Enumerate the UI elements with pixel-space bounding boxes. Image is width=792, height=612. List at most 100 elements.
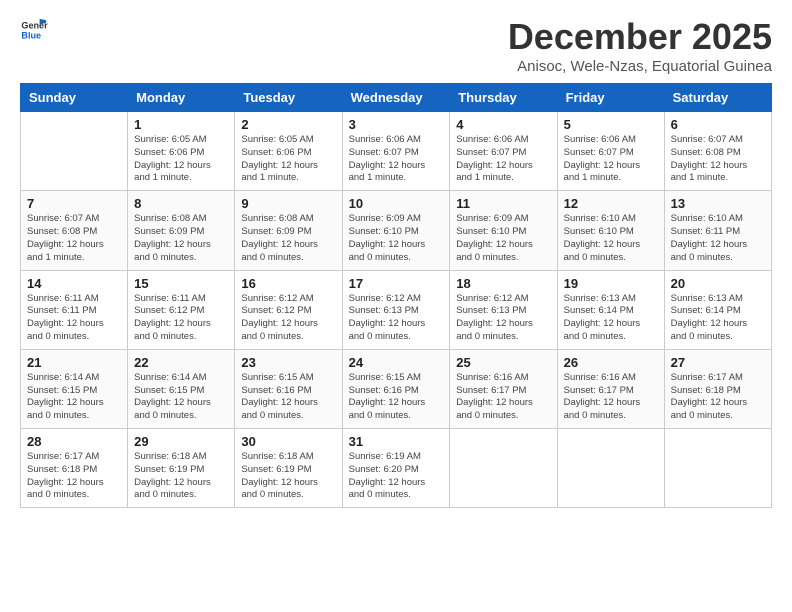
weekday-header-row: SundayMondayTuesdayWednesdayThursdayFrid… xyxy=(21,84,772,112)
calendar-cell: 31 Sunrise: 6:19 AMSunset: 6:20 PMDayligh… xyxy=(342,429,450,508)
calendar-cell xyxy=(21,112,128,191)
calendar-cell: 17 Sunrise: 6:12 AMSunset: 6:13 PMDayligh… xyxy=(342,270,450,349)
page-header: General Blue December 2025 Anisoc, Wele-… xyxy=(20,16,772,75)
calendar-cell: 8 Sunrise: 6:08 AMSunset: 6:09 PMDaylight… xyxy=(128,191,235,270)
calendar-cell: 6 Sunrise: 6:07 AMSunset: 6:08 PMDaylight… xyxy=(664,112,771,191)
calendar-cell: 26 Sunrise: 6:16 AMSunset: 6:17 PMDayligh… xyxy=(557,349,664,428)
weekday-header: Thursday xyxy=(450,84,557,112)
day-number: 13 xyxy=(671,196,765,211)
day-info: Sunrise: 6:07 AMSunset: 6:08 PMDaylight:… xyxy=(671,134,765,185)
svg-text:Blue: Blue xyxy=(21,30,41,40)
weekday-header: Monday xyxy=(128,84,235,112)
calendar-cell: 29Sunrise: 6:18 AMSunset: 6:19 PMDayligh… xyxy=(128,429,235,508)
day-number: 23 xyxy=(241,355,335,370)
day-info: Sunrise: 6:11 AMSunset: 6:11 PMDaylight:… xyxy=(27,293,121,344)
calendar-cell: 24 Sunrise: 6:15 AMSunset: 6:16 PMDayligh… xyxy=(342,349,450,428)
day-info: Sunrise: 6:15 AMSunset: 6:16 PMDaylight:… xyxy=(241,372,335,423)
calendar-cell: 7 Sunrise: 6:07 AMSunset: 6:08 PMDaylight… xyxy=(21,191,128,270)
day-number: 25 xyxy=(456,355,550,370)
day-number: 30 xyxy=(241,434,335,449)
day-info: Sunrise: 6:14 AMSunset: 6:15 PMDaylight:… xyxy=(134,372,228,423)
day-number: 18 xyxy=(456,276,550,291)
day-info: Sunrise: 6:06 AMSunset: 6:07 PMDaylight:… xyxy=(456,134,550,185)
day-number: 28 xyxy=(27,434,121,449)
calendar-week-row: 1 Sunrise: 6:05 AMSunset: 6:06 PMDaylight… xyxy=(21,112,772,191)
weekday-header: Sunday xyxy=(21,84,128,112)
day-info: Sunrise: 6:16 AMSunset: 6:17 PMDaylight:… xyxy=(456,372,550,423)
day-number: 14 xyxy=(27,276,121,291)
calendar-cell: 1 Sunrise: 6:05 AMSunset: 6:06 PMDaylight… xyxy=(128,112,235,191)
day-info: Sunrise: 6:11 AMSunset: 6:12 PMDaylight:… xyxy=(134,293,228,344)
calendar-week-row: 21 Sunrise: 6:14 AMSunset: 6:15 PMDayligh… xyxy=(21,349,772,428)
day-number: 7 xyxy=(27,196,121,211)
calendar-cell xyxy=(450,429,557,508)
calendar-cell: 10 Sunrise: 6:09 AMSunset: 6:10 PMDayligh… xyxy=(342,191,450,270)
day-info: Sunrise: 6:05 AMSunset: 6:06 PMDaylight:… xyxy=(134,134,228,185)
day-number: 16 xyxy=(241,276,335,291)
day-info: Sunrise: 6:09 AMSunset: 6:10 PMDaylight:… xyxy=(349,213,444,264)
day-info: Sunrise: 6:12 AMSunset: 6:13 PMDaylight:… xyxy=(349,293,444,344)
day-info: Sunrise: 6:17 AMSunset: 6:18 PMDaylight:… xyxy=(671,372,765,423)
day-info: Sunrise: 6:19 AMSunset: 6:20 PMDaylight:… xyxy=(349,451,444,502)
day-number: 2 xyxy=(241,117,335,132)
day-number: 20 xyxy=(671,276,765,291)
calendar-week-row: 7 Sunrise: 6:07 AMSunset: 6:08 PMDaylight… xyxy=(21,191,772,270)
weekday-header: Saturday xyxy=(664,84,771,112)
day-info: Sunrise: 6:10 AMSunset: 6:11 PMDaylight:… xyxy=(671,213,765,264)
day-number: 19 xyxy=(564,276,658,291)
day-info: Sunrise: 6:07 AMSunset: 6:08 PMDaylight:… xyxy=(27,213,121,264)
day-number: 27 xyxy=(671,355,765,370)
day-info: Sunrise: 6:08 AMSunset: 6:09 PMDaylight:… xyxy=(241,213,335,264)
calendar-cell: 15 Sunrise: 6:11 AMSunset: 6:12 PMDayligh… xyxy=(128,270,235,349)
day-info: Sunrise: 6:08 AMSunset: 6:09 PMDaylight:… xyxy=(134,213,228,264)
calendar-cell: 5 Sunrise: 6:06 AMSunset: 6:07 PMDaylight… xyxy=(557,112,664,191)
calendar-week-row: 28 Sunrise: 6:17 AMSunset: 6:18 PMDayligh… xyxy=(21,429,772,508)
day-number: 10 xyxy=(349,196,444,211)
calendar-cell: 4Sunrise: 6:06 AMSunset: 6:07 PMDaylight… xyxy=(450,112,557,191)
day-number: 17 xyxy=(349,276,444,291)
day-number: 29 xyxy=(134,434,228,449)
day-number: 11 xyxy=(456,196,550,211)
day-info: Sunrise: 6:05 AMSunset: 6:06 PMDaylight:… xyxy=(241,134,335,185)
calendar-cell: 21 Sunrise: 6:14 AMSunset: 6:15 PMDayligh… xyxy=(21,349,128,428)
weekday-header: Friday xyxy=(557,84,664,112)
day-number: 31 xyxy=(349,434,444,449)
calendar-cell: 25 Sunrise: 6:16 AMSunset: 6:17 PMDayligh… xyxy=(450,349,557,428)
calendar-cell: 9 Sunrise: 6:08 AMSunset: 6:09 PMDaylight… xyxy=(235,191,342,270)
day-number: 5 xyxy=(564,117,658,132)
day-number: 22 xyxy=(134,355,228,370)
day-info: Sunrise: 6:14 AMSunset: 6:15 PMDaylight:… xyxy=(27,372,121,423)
day-info: Sunrise: 6:10 AMSunset: 6:10 PMDaylight:… xyxy=(564,213,658,264)
day-number: 9 xyxy=(241,196,335,211)
calendar-cell: 30 Sunrise: 6:18 AMSunset: 6:19 PMDayligh… xyxy=(235,429,342,508)
calendar-subtitle: Anisoc, Wele-Nzas, Equatorial Guinea xyxy=(508,58,772,75)
day-info: Sunrise: 6:12 AMSunset: 6:13 PMDaylight:… xyxy=(456,293,550,344)
calendar-cell: 19Sunrise: 6:13 AMSunset: 6:14 PMDayligh… xyxy=(557,270,664,349)
day-number: 21 xyxy=(27,355,121,370)
calendar-cell: 18 Sunrise: 6:12 AMSunset: 6:13 PMDayligh… xyxy=(450,270,557,349)
calendar-cell: 12Sunrise: 6:10 AMSunset: 6:10 PMDayligh… xyxy=(557,191,664,270)
calendar-cell: 22 Sunrise: 6:14 AMSunset: 6:15 PMDayligh… xyxy=(128,349,235,428)
day-info: Sunrise: 6:17 AMSunset: 6:18 PMDaylight:… xyxy=(27,451,121,502)
day-info: Sunrise: 6:09 AMSunset: 6:10 PMDaylight:… xyxy=(456,213,550,264)
calendar-cell: 27 Sunrise: 6:17 AMSunset: 6:18 PMDayligh… xyxy=(664,349,771,428)
weekday-header: Tuesday xyxy=(235,84,342,112)
calendar-title: December 2025 xyxy=(508,16,772,58)
day-info: Sunrise: 6:15 AMSunset: 6:16 PMDaylight:… xyxy=(349,372,444,423)
logo-icon: General Blue xyxy=(20,16,48,44)
day-number: 8 xyxy=(134,196,228,211)
day-number: 1 xyxy=(134,117,228,132)
day-info: Sunrise: 6:06 AMSunset: 6:07 PMDaylight:… xyxy=(564,134,658,185)
day-info: Sunrise: 6:12 AMSunset: 6:12 PMDaylight:… xyxy=(241,293,335,344)
day-info: Sunrise: 6:18 AMSunset: 6:19 PMDaylight:… xyxy=(241,451,335,502)
day-number: 24 xyxy=(349,355,444,370)
day-info: Sunrise: 6:16 AMSunset: 6:17 PMDaylight:… xyxy=(564,372,658,423)
logo: General Blue xyxy=(20,16,48,44)
calendar-cell: 28 Sunrise: 6:17 AMSunset: 6:18 PMDayligh… xyxy=(21,429,128,508)
day-number: 15 xyxy=(134,276,228,291)
day-info: Sunrise: 6:06 AMSunset: 6:07 PMDaylight:… xyxy=(349,134,444,185)
calendar-week-row: 14 Sunrise: 6:11 AMSunset: 6:11 PMDayligh… xyxy=(21,270,772,349)
day-number: 26 xyxy=(564,355,658,370)
calendar-cell xyxy=(557,429,664,508)
day-number: 6 xyxy=(671,117,765,132)
